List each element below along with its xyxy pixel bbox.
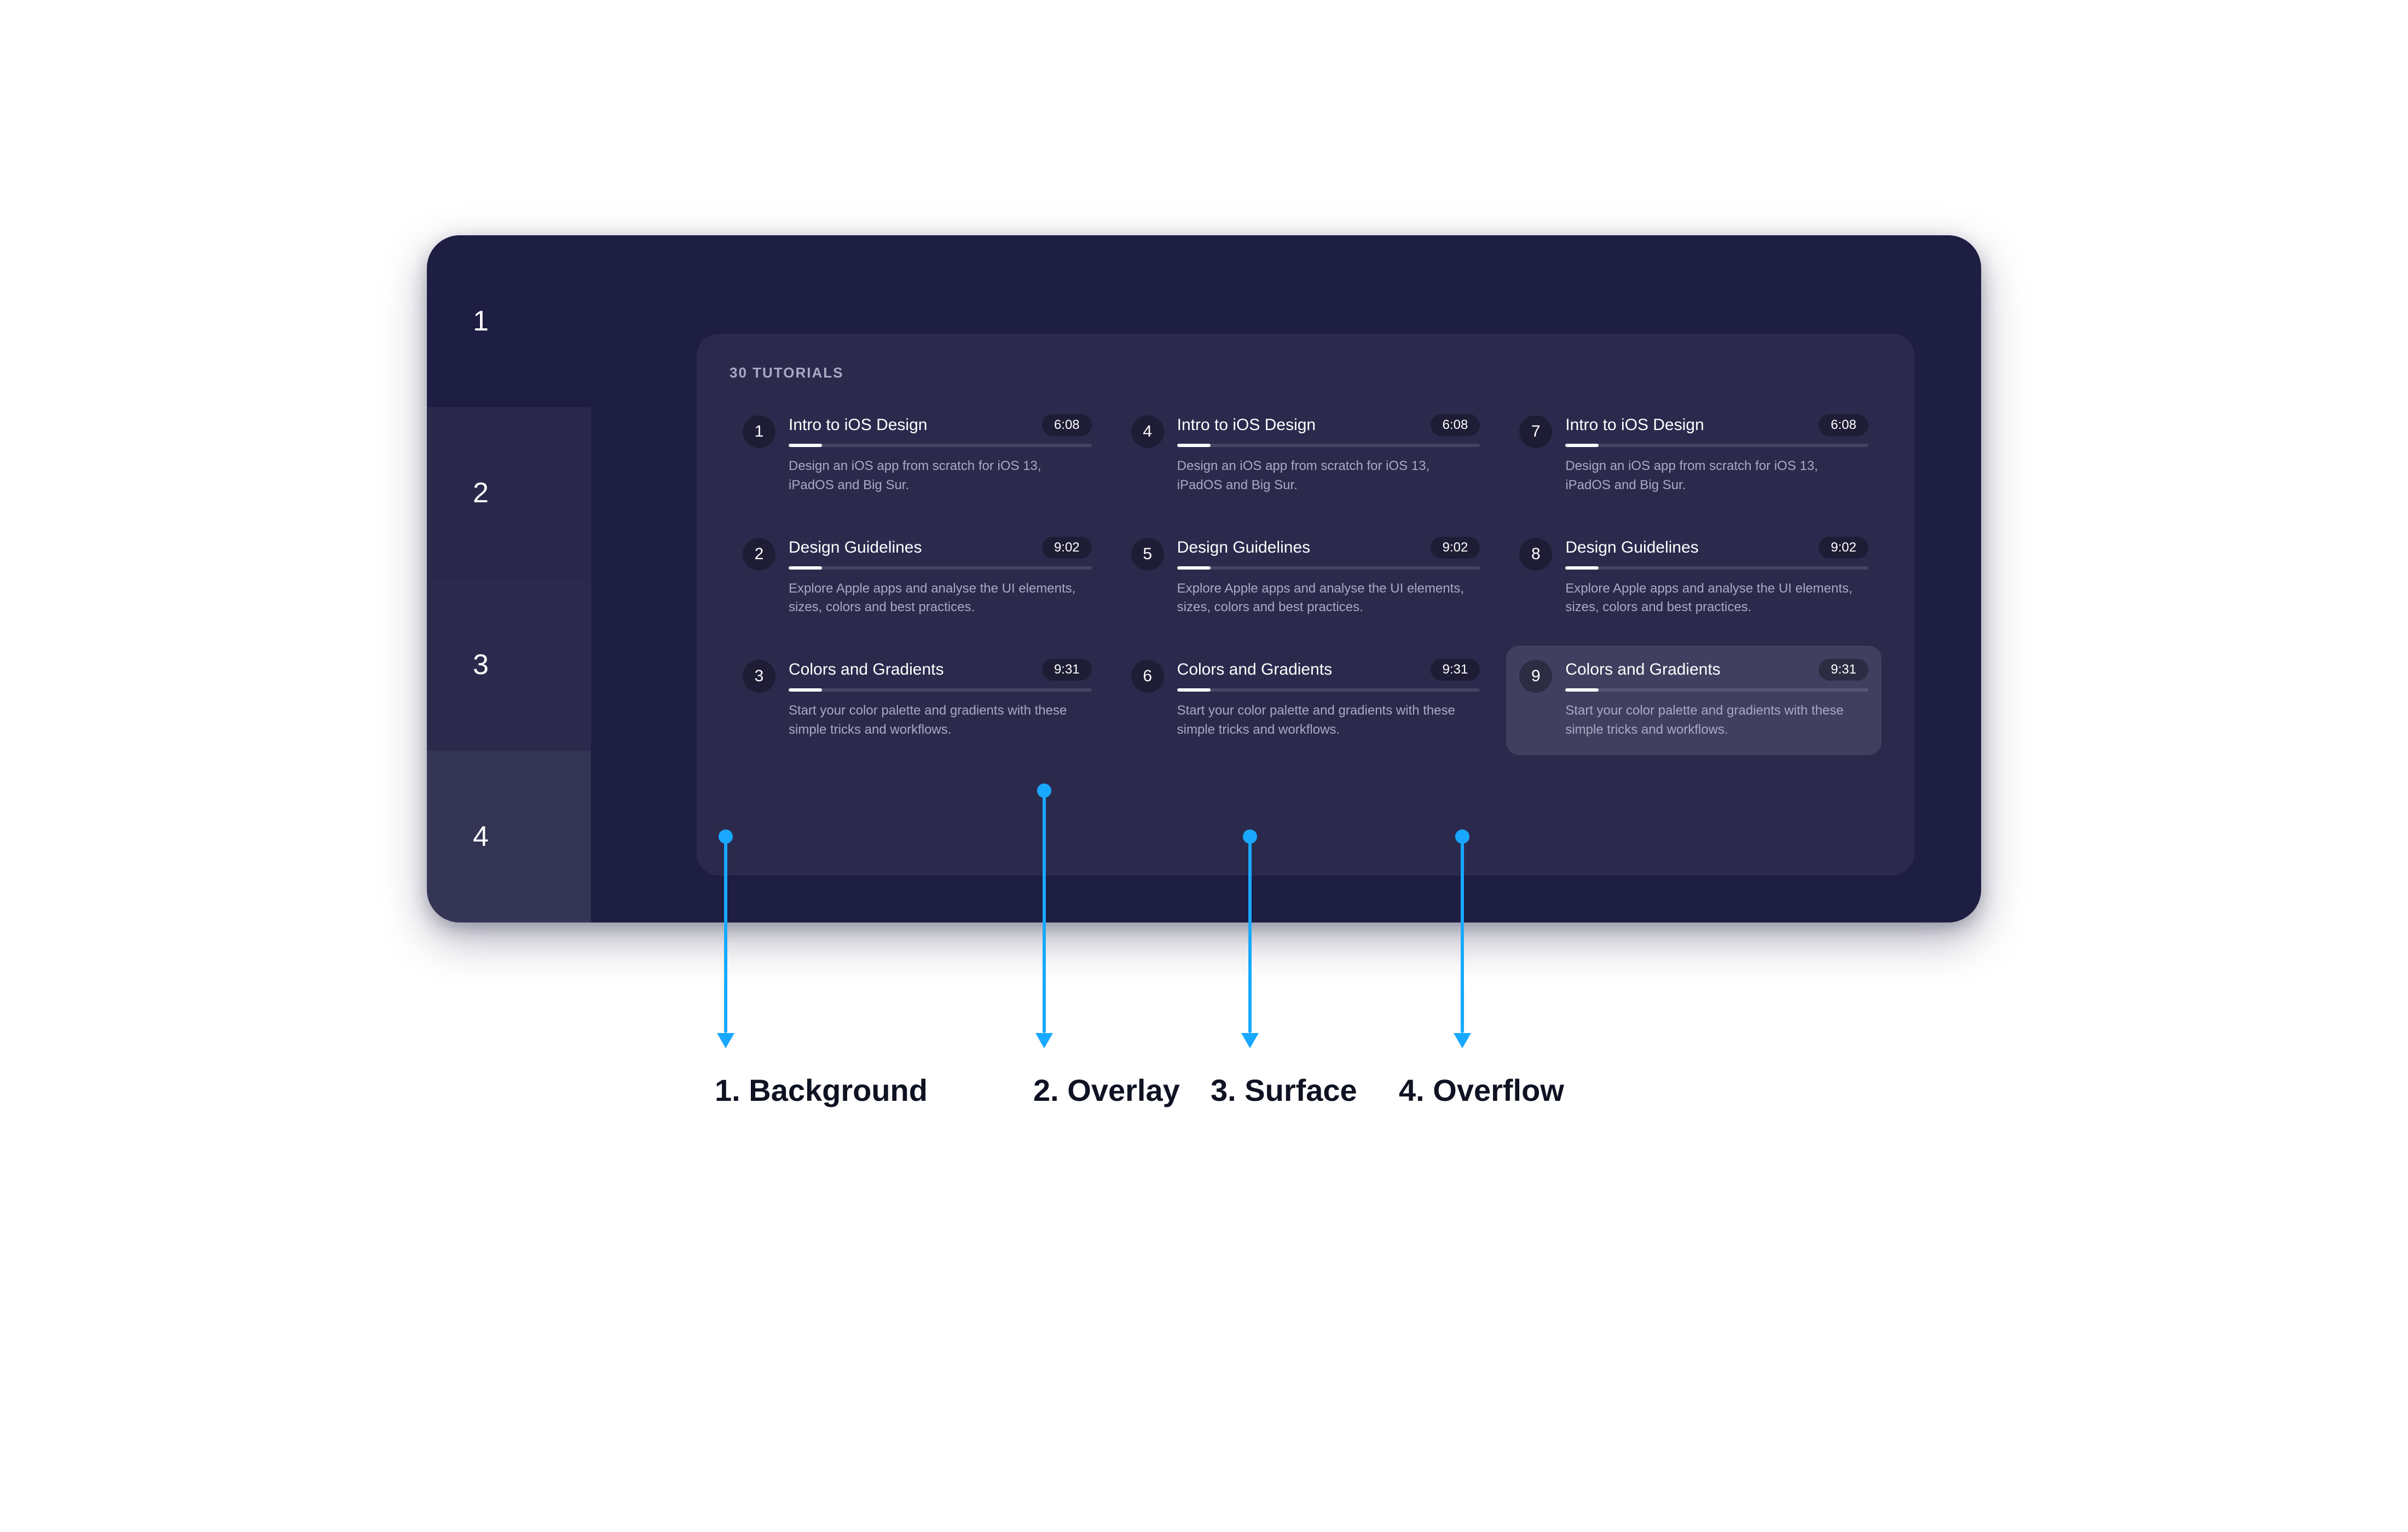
swatch-overflow: 4 xyxy=(427,751,591,922)
tutorial-header: Colors and Gradients 9:31 xyxy=(1177,659,1480,681)
swatch-number: 2 xyxy=(473,477,489,509)
duration-badge: 9:31 xyxy=(1819,659,1868,681)
tutorial-title: Design Guidelines xyxy=(789,538,922,557)
tutorial-main: Colors and Gradients 9:31 Start your color… xyxy=(1565,659,1868,740)
legend-background: 1. Background xyxy=(715,1072,928,1108)
tutorial-item[interactable]: 5 Design Guidelines 9:02 Explore Apple apps… xyxy=(1118,524,1494,633)
tutorial-header: Intro to iOS Design 6:08 xyxy=(789,414,1092,436)
tutorials-grid: 1 Intro to iOS Design 6:08 Design an iOS ap… xyxy=(730,401,1882,755)
canvas: 1 2 3 4 30 TUTORIALS 1 Intro to iOS Desig… xyxy=(427,235,1981,922)
tutorial-main: Intro to iOS Design 6:08 Design an iOS app… xyxy=(789,414,1092,495)
duration-badge: 9:31 xyxy=(1431,659,1480,681)
tutorial-description: Start your color palette and gradients w… xyxy=(1565,701,1861,740)
tutorial-item[interactable]: 3 Colors and Gradients 9:31 Start your colo… xyxy=(730,646,1105,755)
tutorial-main: Design Guidelines 9:02 Explore Apple apps … xyxy=(789,537,1092,618)
tutorial-title: Design Guidelines xyxy=(1177,538,1310,557)
duration-badge: 6:08 xyxy=(1431,414,1480,436)
tutorial-number: 6 xyxy=(1131,660,1164,693)
swatch-background: 1 xyxy=(427,235,591,407)
duration-badge: 9:02 xyxy=(1431,537,1480,559)
progress-bar xyxy=(1565,688,1868,692)
duration-badge: 9:02 xyxy=(1819,537,1868,559)
duration-badge: 9:31 xyxy=(1042,659,1092,681)
legend-surface: 3. Surface xyxy=(1211,1072,1357,1108)
tutorial-item[interactable]: 1 Intro to iOS Design 6:08 Design an iOS ap… xyxy=(730,401,1105,510)
tutorial-title: Intro to iOS Design xyxy=(789,416,927,434)
progress-bar xyxy=(1177,566,1480,570)
duration-badge: 9:02 xyxy=(1042,537,1092,559)
tutorial-header: Design Guidelines 9:02 xyxy=(1565,537,1868,559)
swatch-column: 1 2 3 4 xyxy=(427,235,591,922)
tutorial-number: 7 xyxy=(1519,415,1552,448)
tutorial-title: Design Guidelines xyxy=(1565,538,1698,557)
tutorial-main: Intro to iOS Design 6:08 Design an iOS app… xyxy=(1565,414,1868,495)
tutorial-main: Design Guidelines 9:02 Explore Apple apps … xyxy=(1565,537,1868,618)
tutorial-number: 8 xyxy=(1519,538,1552,571)
tutorial-header: Design Guidelines 9:02 xyxy=(1177,537,1480,559)
swatch-number: 3 xyxy=(473,648,489,681)
tutorial-description: Start your color palette and gradients w… xyxy=(789,701,1084,740)
tutorial-header: Colors and Gradients 9:31 xyxy=(789,659,1092,681)
tutorial-header: Colors and Gradients 9:31 xyxy=(1565,659,1868,681)
tutorial-description: Explore Apple apps and analyse the UI el… xyxy=(1565,579,1861,618)
swatch-number: 1 xyxy=(473,305,489,338)
tutorial-description: Design an iOS app from scratch for iOS 1… xyxy=(1565,457,1861,495)
tutorial-number: 5 xyxy=(1131,538,1164,571)
duration-badge: 6:08 xyxy=(1819,414,1868,436)
tutorial-description: Explore Apple apps and analyse the UI el… xyxy=(789,579,1084,618)
tutorial-number: 4 xyxy=(1131,415,1164,448)
tutorial-description: Design an iOS app from scratch for iOS 1… xyxy=(1177,457,1473,495)
tutorial-item[interactable]: 9 Colors and Gradients 9:31 Start your colo… xyxy=(1506,646,1882,755)
swatch-number: 4 xyxy=(473,820,489,853)
tutorial-main: Intro to iOS Design 6:08 Design an iOS app… xyxy=(1177,414,1480,495)
tutorial-number: 1 xyxy=(743,415,775,448)
tutorial-item[interactable]: 6 Colors and Gradients 9:31 Start your colo… xyxy=(1118,646,1494,755)
tutorial-title: Colors and Gradients xyxy=(1565,660,1720,679)
tutorial-description: Explore Apple apps and analyse the UI el… xyxy=(1177,579,1473,618)
legend-overflow: 4. Overflow xyxy=(1399,1072,1564,1108)
tutorial-title: Colors and Gradients xyxy=(1177,660,1332,679)
tutorial-title: Colors and Gradients xyxy=(789,660,943,679)
progress-bar xyxy=(1565,444,1868,447)
tutorial-description: Design an iOS app from scratch for iOS 1… xyxy=(789,457,1084,495)
tutorial-main: Colors and Gradients 9:31 Start your color… xyxy=(1177,659,1480,740)
tutorial-item[interactable]: 4 Intro to iOS Design 6:08 Design an iOS ap… xyxy=(1118,401,1494,510)
panel-header: 30 TUTORIALS xyxy=(730,364,1882,381)
progress-bar xyxy=(1565,566,1868,570)
tutorial-description: Start your color palette and gradients w… xyxy=(1177,701,1473,740)
swatch-surface: 3 xyxy=(427,579,591,751)
tutorial-title: Intro to iOS Design xyxy=(1177,416,1316,434)
progress-bar xyxy=(1177,688,1480,692)
duration-badge: 6:08 xyxy=(1042,414,1092,436)
tutorial-main: Colors and Gradients 9:31 Start your color… xyxy=(789,659,1092,740)
progress-bar xyxy=(789,566,1092,570)
legend-overlay: 2. Overlay xyxy=(1033,1072,1180,1108)
progress-bar xyxy=(1177,444,1480,447)
tutorial-number: 2 xyxy=(743,538,775,571)
tutorials-panel: 30 TUTORIALS 1 Intro to iOS Design 6:08 Des… xyxy=(697,334,1914,875)
tutorial-item[interactable]: 2 Design Guidelines 9:02 Explore Apple apps… xyxy=(730,524,1105,633)
tutorial-main: Design Guidelines 9:02 Explore Apple apps … xyxy=(1177,537,1480,618)
progress-bar xyxy=(789,444,1092,447)
tutorial-title: Intro to iOS Design xyxy=(1565,416,1704,434)
tutorial-item[interactable]: 7 Intro to iOS Design 6:08 Design an iOS ap… xyxy=(1506,401,1882,510)
tutorial-header: Intro to iOS Design 6:08 xyxy=(1565,414,1868,436)
tutorial-header: Intro to iOS Design 6:08 xyxy=(1177,414,1480,436)
tutorial-header: Design Guidelines 9:02 xyxy=(789,537,1092,559)
swatch-overlay: 2 xyxy=(427,407,591,579)
tutorial-item[interactable]: 8 Design Guidelines 9:02 Explore Apple apps… xyxy=(1506,524,1882,633)
tutorial-number: 9 xyxy=(1519,660,1552,693)
tutorial-number: 3 xyxy=(743,660,775,693)
progress-bar xyxy=(789,688,1092,692)
